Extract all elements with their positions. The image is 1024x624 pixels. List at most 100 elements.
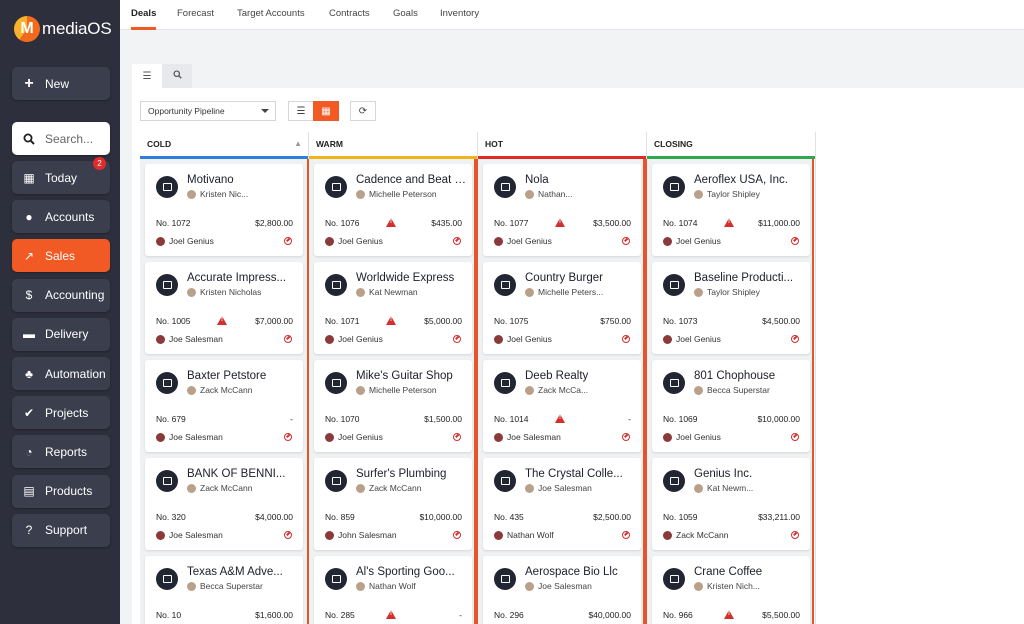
block-icon[interactable] bbox=[453, 237, 461, 245]
column-header-warm: WARM bbox=[309, 132, 478, 159]
deal-card[interactable]: Baseline Producti... Taylor Shipley No. 10… bbox=[652, 262, 810, 354]
block-icon[interactable] bbox=[453, 335, 461, 343]
tab-inventory[interactable]: Inventory bbox=[440, 0, 479, 30]
list-layout-button[interactable]: ☰ bbox=[288, 101, 314, 121]
tab-deals[interactable]: Deals bbox=[131, 0, 157, 30]
block-icon[interactable] bbox=[453, 433, 461, 441]
deal-card[interactable]: Aeroflex USA, Inc. Taylor Shipley No. 1074… bbox=[652, 164, 810, 256]
block-icon[interactable] bbox=[284, 335, 292, 343]
deal-card[interactable]: Nola Nathan... No. 1077 $3,500.00 Joel Geniu… bbox=[483, 164, 641, 256]
column-title: HOT bbox=[485, 139, 503, 149]
sidebar-item-products[interactable]: ▤ Products bbox=[12, 474, 110, 508]
sidebar-item-accounts[interactable]: ● Accounts bbox=[12, 200, 110, 234]
block-icon[interactable] bbox=[791, 433, 799, 441]
deal-title[interactable]: Motivano bbox=[187, 174, 299, 186]
company-image-icon bbox=[156, 568, 178, 590]
tab-contracts[interactable]: Contracts bbox=[329, 0, 370, 30]
deal-card[interactable]: Al's Sporting Goo... Nathan Wolf No. 285 - bbox=[314, 556, 472, 624]
block-icon[interactable] bbox=[791, 237, 799, 245]
block-icon[interactable] bbox=[791, 335, 799, 343]
rep-name: Nathan Wolf bbox=[507, 530, 554, 540]
deal-card[interactable]: Crane Coffee Kristen Nich... No. 966 $5,500… bbox=[652, 556, 810, 624]
deal-rep: Joe Salesman bbox=[156, 530, 223, 540]
sidebar-item-support[interactable]: ? Support bbox=[12, 513, 110, 547]
deal-title[interactable]: Genius Inc. bbox=[694, 468, 806, 480]
owner-name: Nathan Wolf bbox=[369, 581, 416, 591]
sidebar-item-accounting[interactable]: $ Accounting bbox=[12, 278, 110, 312]
sidebar-item-today[interactable]: ▦ Today 2 bbox=[12, 157, 110, 194]
deal-card[interactable]: BANK OF BENNI... Zack McCann No. 320 $4,000… bbox=[145, 458, 303, 550]
deal-card[interactable]: Genius Inc. Kat Newm... No. 1059 $33,211.00… bbox=[652, 458, 810, 550]
list-view-tab[interactable]: ☰ bbox=[132, 64, 162, 88]
deal-title[interactable]: Country Burger bbox=[525, 272, 637, 284]
block-icon[interactable] bbox=[622, 433, 630, 441]
deal-card[interactable]: The Crystal Colle... Joe Salesman No. 435 $… bbox=[483, 458, 641, 550]
search-view-tab[interactable] bbox=[162, 64, 192, 88]
sidebar-item-automation[interactable]: ♣ Automation bbox=[12, 357, 110, 390]
deal-card[interactable]: Surfer's Plumbing Zack McCann No. 859 $10,0… bbox=[314, 458, 472, 550]
block-icon[interactable] bbox=[284, 433, 292, 441]
deal-rep: Joe Salesman bbox=[494, 432, 561, 442]
deal-title[interactable]: The Crystal Colle... bbox=[525, 468, 637, 480]
deal-card[interactable]: Country Burger Michelle Peters... No. 1075… bbox=[483, 262, 641, 354]
deal-card[interactable]: Worldwide Express Kat Newman No. 1071 $5,00… bbox=[314, 262, 472, 354]
deal-title[interactable]: Baseline Producti... bbox=[694, 272, 806, 284]
deal-title[interactable]: Mike's Guitar Shop bbox=[356, 370, 468, 382]
deal-owner: Zack McCann bbox=[187, 385, 299, 395]
deal-card[interactable]: 801 Chophouse Becca Superstar No. 1069 $10,… bbox=[652, 360, 810, 452]
tab-forecast[interactable]: Forecast bbox=[177, 0, 214, 30]
deal-title[interactable]: BANK OF BENNI... bbox=[187, 468, 299, 480]
block-icon[interactable] bbox=[284, 531, 292, 539]
block-icon[interactable] bbox=[622, 237, 630, 245]
deal-card[interactable]: Motivano Kristen Nic... No. 1072 $2,800.00 J… bbox=[145, 164, 303, 256]
sort-icon[interactable]: ▲ bbox=[294, 132, 302, 156]
owner-name: Becca Superstar bbox=[200, 581, 263, 591]
rep-name: Joe Salesman bbox=[507, 432, 561, 442]
deal-owner: Nathan Wolf bbox=[356, 581, 468, 591]
deal-title[interactable]: 801 Chophouse bbox=[694, 370, 806, 382]
avatar bbox=[156, 334, 165, 344]
deal-card[interactable]: Accurate Impress... Kristen Nicholas No. 1… bbox=[145, 262, 303, 354]
block-icon[interactable] bbox=[791, 531, 799, 539]
chevron-down-icon bbox=[261, 109, 269, 113]
deal-title[interactable]: Aerospace Bio Llc bbox=[525, 566, 637, 578]
refresh-button[interactable]: ⟳ bbox=[350, 101, 376, 121]
pipeline-select[interactable]: Opportunity Pipeline bbox=[140, 101, 276, 121]
app-logo[interactable]: mediaOS bbox=[14, 16, 112, 42]
company-image-icon bbox=[325, 176, 347, 198]
deal-title[interactable]: Aeroflex USA, Inc. bbox=[694, 174, 806, 186]
deal-title[interactable]: Worldwide Express bbox=[356, 272, 468, 284]
deal-title[interactable]: Texas A&M Adve... bbox=[187, 566, 299, 578]
deal-title[interactable]: Al's Sporting Goo... bbox=[356, 566, 468, 578]
deal-title[interactable]: Nola bbox=[525, 174, 637, 186]
deal-card[interactable]: Deeb Realty Zack McCa... No. 1014 - Joe Sale… bbox=[483, 360, 641, 452]
tab-goals[interactable]: Goals bbox=[393, 0, 418, 30]
sidebar-item-sales[interactable]: ↗ Sales bbox=[12, 239, 110, 273]
deal-title[interactable]: Accurate Impress... bbox=[187, 272, 299, 284]
deal-card[interactable]: Mike's Guitar Shop Michelle Peterson No. 1… bbox=[314, 360, 472, 452]
sidebar-item-delivery[interactable]: ▬ Delivery bbox=[12, 317, 110, 351]
deal-card[interactable]: Aerospace Bio Llc Joe Salesman No. 296 $40,… bbox=[483, 556, 641, 624]
deal-card[interactable]: Texas A&M Adve... Becca Superstar No. 10 $1… bbox=[145, 556, 303, 624]
deal-card[interactable]: Cadence and Beat Mu Michelle Peterson No. … bbox=[314, 164, 472, 256]
deal-owner: Kat Newman bbox=[356, 287, 468, 297]
deal-title[interactable]: Surfer's Plumbing bbox=[356, 468, 468, 480]
new-button[interactable]: + New bbox=[12, 67, 110, 100]
deal-title[interactable]: Baxter Petstore bbox=[187, 370, 299, 382]
deal-title[interactable]: Crane Coffee bbox=[694, 566, 806, 578]
sidebar-item-reports[interactable]: ◔ Reports bbox=[12, 435, 110, 469]
block-icon[interactable] bbox=[622, 335, 630, 343]
block-icon[interactable] bbox=[622, 531, 630, 539]
search-input[interactable]: Search... bbox=[12, 122, 110, 155]
deal-title[interactable]: Deeb Realty bbox=[525, 370, 637, 382]
sidebar-item-projects[interactable]: ✔ Projects bbox=[12, 396, 110, 430]
board-layout-button[interactable]: ▦ bbox=[313, 101, 339, 121]
company-image-icon bbox=[156, 176, 178, 198]
deal-card[interactable]: Baxter Petstore Zack McCann No. 679 - Joe Sa… bbox=[145, 360, 303, 452]
block-icon[interactable] bbox=[284, 237, 292, 245]
deal-title[interactable]: Cadence and Beat Mu bbox=[356, 174, 468, 186]
block-icon[interactable] bbox=[453, 531, 461, 539]
avatar bbox=[187, 287, 196, 297]
tab-target-accounts[interactable]: Target Accounts bbox=[237, 0, 305, 30]
deal-rep: Joel Genius bbox=[325, 334, 383, 344]
